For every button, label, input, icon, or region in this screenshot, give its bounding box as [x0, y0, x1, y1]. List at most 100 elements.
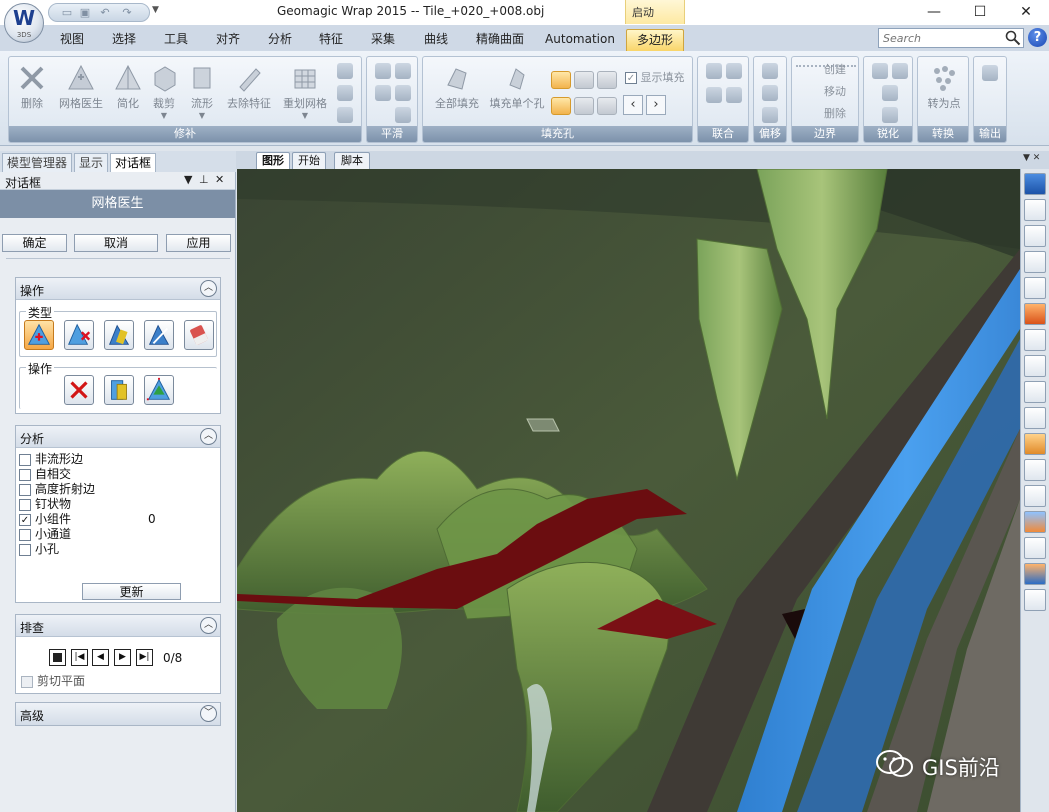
boundary-move-button[interactable]: 移动	[824, 83, 846, 99]
fill-tangent-icon[interactable]	[574, 71, 594, 89]
offset-1-icon[interactable]	[762, 63, 778, 79]
combine-1-icon[interactable]	[706, 63, 722, 79]
collapse-icon[interactable]: ︿	[200, 617, 217, 634]
collapse-icon[interactable]: ︿	[200, 428, 217, 445]
analysis-section-header[interactable]: 分析 ︿	[16, 426, 220, 448]
clear-tool[interactable]	[64, 375, 94, 405]
output-icon[interactable]	[982, 65, 998, 81]
panel-close-icon[interactable]: ✕	[215, 173, 224, 186]
small-holes-checkbox[interactable]	[19, 543, 31, 556]
next-hole-button[interactable]: ›	[646, 95, 666, 115]
expand-icon[interactable]: ﹀	[200, 705, 217, 722]
manifold-dropdown-icon[interactable]: ▼	[185, 111, 219, 120]
trim-dropdown-icon[interactable]: ▼	[147, 111, 181, 120]
help-icon[interactable]: ?	[1028, 28, 1047, 47]
remove-features-button[interactable]: 去除特征	[223, 63, 275, 111]
fill-single-button[interactable]: 填充单个孔	[487, 63, 547, 111]
select-all-icon[interactable]	[1024, 563, 1046, 585]
zoom-icon[interactable]	[1024, 277, 1046, 299]
prev-hole-button[interactable]: ‹	[623, 95, 643, 115]
tab-dialog[interactable]: 对话框	[110, 153, 156, 172]
non-manifold-edges-option[interactable]: 非流形边	[19, 452, 83, 467]
ok-button[interactable]: 确定	[2, 234, 67, 252]
search-icon[interactable]	[1005, 30, 1021, 46]
search-box[interactable]	[878, 28, 1024, 48]
small-tunnels-checkbox[interactable]	[19, 528, 31, 541]
next-button[interactable]: ▶	[114, 649, 131, 666]
tab-analysis[interactable]: 分析	[260, 29, 300, 51]
deselect-icon[interactable]	[1024, 589, 1046, 611]
update-button[interactable]: 更新	[82, 583, 181, 600]
rotate-icon[interactable]	[1024, 199, 1046, 221]
tab-select[interactable]: 选择	[104, 29, 144, 51]
boundary-delete-button[interactable]: 删除	[824, 105, 846, 121]
maximize-button[interactable]: ☐	[957, 0, 1003, 25]
last-button[interactable]: ▶|	[136, 649, 153, 666]
lasso-select-icon[interactable]	[1024, 433, 1046, 455]
repair-small-1-icon[interactable]	[337, 63, 353, 79]
boundary-create-button[interactable]: 创建	[824, 61, 846, 77]
view-cube-icon[interactable]	[1024, 173, 1046, 195]
expand-tool[interactable]	[144, 375, 174, 405]
select-through-icon[interactable]	[1024, 537, 1046, 559]
delete-button[interactable]: 删除	[13, 63, 51, 111]
simplify-button[interactable]: 简化	[111, 63, 145, 111]
shade-icon[interactable]	[1024, 303, 1046, 325]
tab-model-manager[interactable]: 模型管理器	[2, 153, 72, 172]
fill-complete-icon[interactable]	[551, 71, 571, 89]
viewport-menu-icon[interactable]: ▼ ✕	[1023, 153, 1040, 163]
minimize-button[interactable]: —	[911, 0, 957, 25]
auto-repair-tool[interactable]	[24, 320, 54, 350]
sharpen-2-icon[interactable]	[892, 63, 908, 79]
tab-scripts[interactable]: 脚本	[334, 152, 370, 169]
line-select-icon[interactable]	[1024, 381, 1046, 403]
tab-view[interactable]: 视图	[52, 29, 92, 51]
redo-icon[interactable]: ↷	[119, 6, 135, 20]
layer-tool[interactable]	[104, 375, 134, 405]
fill-internal-icon[interactable]	[551, 97, 571, 115]
fill-hole-tool[interactable]	[104, 320, 134, 350]
tab-automation[interactable]: Automation	[544, 29, 616, 51]
app-logo[interactable]: W 3DS	[4, 3, 44, 43]
folder-icon[interactable]: ▭	[59, 6, 75, 20]
fill-all-button[interactable]: 全部填充	[427, 63, 487, 111]
spikes-option[interactable]: 钉状物	[19, 497, 71, 512]
save-icon[interactable]: ▣	[77, 6, 93, 20]
smooth-1-icon[interactable]	[375, 63, 391, 79]
pan-icon[interactable]	[1024, 225, 1046, 247]
remesh-dropdown-icon[interactable]: ▼	[279, 111, 331, 120]
smooth-tool[interactable]	[144, 320, 174, 350]
repair-small-2-icon[interactable]	[337, 85, 353, 101]
apply-button[interactable]: 应用	[166, 234, 231, 252]
high-refraction-edges-option[interactable]: 高度折射边	[19, 482, 95, 497]
combine-4-icon[interactable]	[726, 87, 742, 103]
spikes-checkbox[interactable]	[19, 498, 31, 511]
first-button[interactable]: |◀	[71, 649, 88, 666]
tab-start[interactable]: 开始	[292, 152, 326, 169]
tab-graphics[interactable]: 图形	[256, 152, 290, 169]
graphics-viewport[interactable]	[237, 169, 1020, 812]
show-fill-option[interactable]: ✓ 显示填充	[625, 69, 685, 85]
repair-small-3-icon[interactable]	[337, 107, 353, 123]
self-intersection-option[interactable]: 自相交	[19, 467, 71, 482]
offset-3-icon[interactable]	[762, 107, 778, 123]
tab-capture[interactable]: 采集	[363, 29, 403, 51]
eraser-tool[interactable]	[184, 320, 214, 350]
select-visible-icon[interactable]	[1024, 511, 1046, 533]
tab-tools[interactable]: 工具	[156, 29, 196, 51]
delete-selected-tool[interactable]	[64, 320, 94, 350]
mesh-doctor-button[interactable]: 网格医生	[55, 63, 107, 111]
custom-region-icon[interactable]	[1024, 485, 1046, 507]
small-holes-option[interactable]: 小孔	[19, 542, 59, 557]
pin-icon[interactable]: ⊥	[199, 173, 209, 186]
terrain-mesh-scene[interactable]	[237, 169, 1020, 812]
tab-polygons[interactable]: 多边形	[626, 29, 684, 51]
clip-plane-option[interactable]: 剪切平面	[21, 674, 85, 689]
undo-icon[interactable]: ↶	[97, 6, 113, 20]
trim-button[interactable]: 裁剪 ▼	[147, 63, 181, 120]
manifold-button[interactable]: 流形 ▼	[185, 63, 219, 120]
convert-to-points-button[interactable]: 转为点	[920, 63, 968, 111]
tab-curves[interactable]: 曲线	[416, 29, 456, 51]
fill-bridge-icon[interactable]	[597, 97, 617, 115]
high-refraction-edges-checkbox[interactable]	[19, 483, 31, 496]
